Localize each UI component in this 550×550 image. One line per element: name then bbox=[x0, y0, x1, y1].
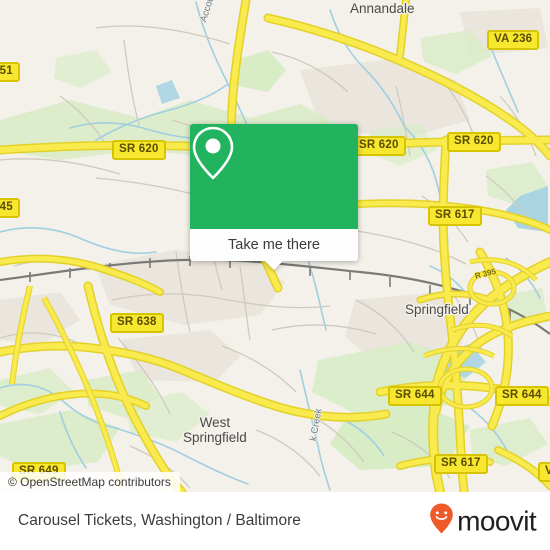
moovit-brand[interactable]: moovit bbox=[429, 503, 537, 540]
road-shield: SR 620 bbox=[447, 132, 501, 152]
road-shield: SR 644 bbox=[495, 386, 549, 406]
road-shield: SR 638 bbox=[110, 313, 164, 333]
location-callout-card[interactable]: Take me there bbox=[190, 124, 358, 270]
map-screenshot: 651 645 SR 620 SR 620 SR 620 VA 236 SR 6… bbox=[0, 0, 550, 550]
callout-image-area bbox=[190, 124, 358, 229]
place-label-springfield: Springfield bbox=[405, 302, 469, 317]
attribution-text: © OpenStreetMap contributors bbox=[8, 475, 171, 489]
bottom-info-bar: Carousel Tickets, Washington / Baltimore… bbox=[0, 492, 550, 550]
moovit-wordmark: moovit bbox=[457, 505, 536, 536]
road-shield: SR 620 bbox=[352, 136, 406, 156]
road-shield: SR 620 bbox=[112, 140, 166, 160]
take-me-there-button[interactable]: Take me there bbox=[190, 229, 358, 261]
take-me-there-label: Take me there bbox=[228, 237, 320, 253]
road-shield: SR 617 bbox=[428, 206, 482, 226]
callout-pointer bbox=[265, 261, 283, 270]
place-label-line1: West bbox=[199, 415, 231, 430]
road-shield: SR 617 bbox=[434, 454, 488, 474]
place-label-west-springfield: West Springfield bbox=[183, 415, 247, 445]
location-title: Carousel Tickets, Washington / Baltimore bbox=[18, 512, 301, 529]
road-shield: VA 236 bbox=[487, 30, 540, 50]
moovit-pin-logo-icon bbox=[429, 503, 454, 540]
road-shield: 651 bbox=[0, 62, 20, 82]
road-shield: 645 bbox=[0, 198, 20, 218]
place-label-line2: Springfield bbox=[183, 430, 247, 445]
road-shield: SR 644 bbox=[388, 386, 442, 406]
map-canvas[interactable]: 651 645 SR 620 SR 620 SR 620 VA 236 SR 6… bbox=[0, 0, 550, 492]
map-attribution[interactable]: © OpenStreetMap contributors bbox=[0, 472, 180, 492]
road-shield: V bbox=[538, 462, 550, 482]
place-label-annandale: Annandale bbox=[350, 1, 415, 16]
